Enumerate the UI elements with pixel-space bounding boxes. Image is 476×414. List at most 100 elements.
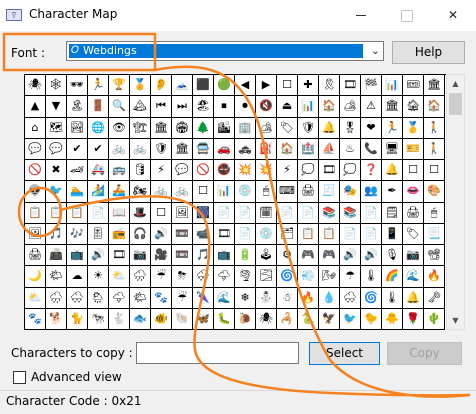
character-cell[interactable]: ⛅ [25,287,46,309]
character-cell[interactable]: 🏷 [403,223,424,245]
character-cell[interactable]: 🏛 [172,138,193,160]
character-cell[interactable]: ⛈ [172,266,193,288]
character-cell[interactable]: 🌀 [277,266,298,288]
character-cell[interactable]: 🐾 [151,287,172,309]
character-cell[interactable]: ⚡ [151,160,172,182]
character-cell[interactable]: 🐠 [151,308,172,330]
character-cell[interactable]: 🎚 [88,223,109,245]
character-cell[interactable]: 📄 [235,202,256,224]
character-cell[interactable]: 🦋 [193,308,214,330]
character-cell[interactable]: ⛄ [256,287,277,309]
character-cell[interactable]: ✚ [298,75,319,97]
character-cell[interactable]: 🌤 [46,266,67,288]
character-cell[interactable]: 🎮 [298,245,319,267]
character-cell[interactable]: 📺 [67,245,88,267]
character-cell[interactable]: 📄 [214,202,235,224]
character-cell[interactable]: ◀ [235,75,256,97]
character-cell[interactable]: 🎫 [403,138,424,160]
character-cell[interactable]: 🚲 [151,181,172,203]
character-cell[interactable]: ⛅ [109,266,130,288]
character-cell[interactable]: 🌦 [88,287,109,309]
character-cell[interactable]: 🏙 [214,117,235,139]
character-cell[interactable]: 👂 [151,75,172,97]
character-cell[interactable]: 📖 [109,202,130,224]
close-button[interactable]: ✕ [430,0,476,31]
character-cell[interactable]: 🌪 [235,266,256,288]
character-cell[interactable]: 🌀 [361,287,382,309]
character-cell[interactable]: ☔ [172,287,193,309]
character-cell[interactable]: 🏎 [67,160,88,182]
character-cell[interactable]: 🐇 [109,308,130,330]
character-cell[interactable]: 📱 [382,223,403,245]
character-cell[interactable]: 🚍 [193,138,214,160]
character-cell[interactable]: 🌹 [403,308,424,330]
character-cell[interactable]: 🥇 [403,117,424,139]
character-cell[interactable]: ☔ [151,266,172,288]
character-cell[interactable]: 🌤 [130,287,151,309]
character-cell[interactable]: ⛽ [256,138,277,160]
character-cell[interactable]: 📃 [424,223,445,245]
character-cell[interactable]: 🏛 [382,96,403,118]
character-cell[interactable]: 📊 [214,181,235,203]
character-cell[interactable]: ☀ [88,266,109,288]
character-cell[interactable]: 📋 [25,202,46,224]
character-cell[interactable]: 🚫 [193,160,214,182]
character-cell[interactable]: 🕷 [25,75,46,97]
character-cell[interactable]: 🎭 [340,181,361,203]
character-cell[interactable]: 🛢 [130,160,151,182]
character-cell[interactable]: 🎆 [193,202,214,224]
character-cell[interactable]: 🚫 [25,160,46,182]
character-cell[interactable]: 🐚 [172,308,193,330]
character-cell[interactable]: ☐ [151,202,172,224]
character-cell[interactable]: ⛵ [319,138,340,160]
character-cell[interactable]: 🎗 [319,75,340,97]
character-cell[interactable]: 📺 [214,245,235,267]
character-cell[interactable]: 🐾 [25,308,46,330]
character-cell[interactable]: 💨 [298,266,319,288]
character-cell[interactable]: 🌨 [67,287,88,309]
character-cell[interactable]: 🌊 [214,287,235,309]
character-cell[interactable]: 🌲 [193,117,214,139]
character-cell[interactable]: 📹 [193,223,214,245]
scroll-up-icon[interactable]: ▲ [447,75,464,92]
character-cell[interactable]: 🔊 [88,245,109,267]
character-cell[interactable]: 📻 [109,223,130,245]
character-cell[interactable]: 🏕 [340,96,361,118]
character-cell[interactable]: 🎩 [130,202,151,224]
character-cell[interactable]: ⏹ [214,96,235,118]
character-cell[interactable]: 🏍 [130,181,151,203]
character-cell[interactable]: 🏖 [193,96,214,118]
character-cell[interactable]: 🎥 [151,245,172,267]
character-cell[interactable]: 🏕 [256,117,277,139]
character-cell[interactable]: ✔ [67,138,88,160]
character-cell[interactable]: 🔔 [319,117,340,139]
character-cell[interactable]: 🔥 [298,287,319,309]
character-cell[interactable]: 📚 [319,202,340,224]
character-cell[interactable]: 🔔 [382,160,403,182]
character-cell[interactable]: 📷 [130,245,151,267]
character-cell[interactable]: ☐ [277,75,298,97]
character-cell[interactable]: 🖼 [172,202,193,224]
character-cell[interactable]: ✔ [88,138,109,160]
character-cell[interactable]: 🚶 [424,138,445,160]
character-cell[interactable]: 🚭 [214,160,235,182]
character-cell[interactable]: 🎞 [319,160,340,182]
character-cell[interactable]: ♨ [340,138,361,160]
character-cell[interactable]: 💬 [25,138,46,160]
copy-button[interactable]: Copy [387,342,462,365]
character-cell[interactable]: ⚠ [361,96,382,118]
character-cell[interactable]: 🏚 [403,96,424,118]
character-cell[interactable]: 🏟 [172,117,193,139]
help-button[interactable]: Help [392,41,465,64]
character-cell[interactable]: ⏭ [172,96,193,118]
character-cell[interactable]: ⌂ [25,117,46,139]
character-cell[interactable]: 📋 [319,223,340,245]
character-cell[interactable]: 🌂 [193,287,214,309]
character-cell[interactable]: ✒ [382,181,403,203]
character-cell[interactable]: ☐ [403,160,424,182]
character-cell[interactable]: 📽 [424,245,445,267]
character-cell[interactable]: ⬛ [193,75,214,97]
character-cell[interactable]: 🎵 [193,245,214,267]
character-cell[interactable]: 🏛 [151,117,172,139]
character-cell[interactable]: 📄 [235,223,256,245]
